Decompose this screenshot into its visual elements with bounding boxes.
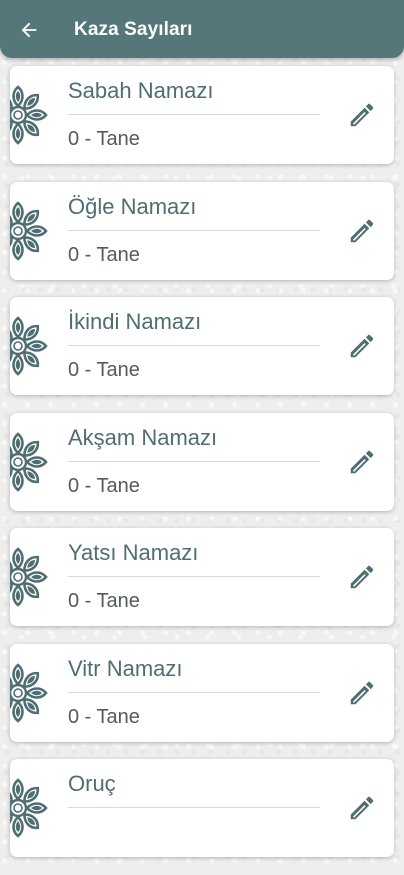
prayer-card[interactable]: Sabah Namazı 0 - Tane	[10, 66, 394, 164]
prayer-card[interactable]: Öğle Namazı 0 - Tane	[10, 181, 394, 280]
prayer-name: Sabah Namazı	[68, 78, 214, 103]
divider	[68, 114, 320, 115]
mandala-icon	[10, 200, 48, 261]
prayer-name: Oruç	[68, 771, 116, 796]
prayer-count: 0 - Tane	[68, 243, 140, 266]
prayer-card[interactable]: Vitr Namazı 0 - Tane	[10, 643, 394, 742]
mandala-icon	[10, 85, 48, 145]
mandala-icon	[10, 316, 48, 376]
pencil-icon	[350, 103, 374, 127]
pencil-icon	[350, 334, 374, 358]
prayer-count: 0 - Tane	[68, 590, 140, 612]
divider	[68, 460, 320, 462]
prayer-name: Vitr Namazı	[68, 655, 183, 681]
prayer-count: 0 - Tane	[68, 359, 140, 381]
prayer-name: Yatsı Namazı	[68, 540, 199, 565]
pencil-icon	[350, 681, 374, 704]
prayer-count: 0 - Tane	[68, 474, 140, 497]
divider	[68, 576, 320, 577]
edit-button[interactable]	[346, 446, 378, 478]
prayer-name: Öğle Namazı	[68, 193, 197, 219]
prayer-count: 0 - Tane	[68, 128, 140, 150]
mandala-icon	[10, 778, 48, 838]
back-button[interactable]	[12, 13, 46, 47]
prayer-name: Akşam Namazı	[68, 424, 218, 450]
prayer-card[interactable]: Oruç	[10, 759, 394, 857]
prayer-card[interactable]: İkindi Namazı 0 - Tane	[10, 297, 394, 395]
mandala-icon	[10, 547, 48, 607]
edit-button[interactable]	[346, 330, 378, 362]
prayer-list: Sabah Namazı 0 - Tane Öğle Namazı 0 - Ta…	[10, 66, 394, 875]
edit-button[interactable]	[346, 99, 378, 131]
edit-button[interactable]	[346, 677, 378, 709]
divider	[68, 229, 320, 231]
edit-button[interactable]	[346, 792, 378, 824]
pencil-icon	[350, 565, 374, 589]
mandala-icon	[10, 431, 48, 492]
prayer-count: 0 - Tane	[68, 705, 140, 728]
edit-button[interactable]	[346, 561, 378, 593]
prayer-name: İkindi Namazı	[68, 309, 202, 334]
edit-button[interactable]	[346, 215, 378, 247]
pencil-icon	[350, 796, 374, 820]
page-title: Kaza Sayıları	[74, 19, 193, 40]
prayer-card[interactable]: Yatsı Namazı 0 - Tane	[10, 528, 394, 626]
mandala-icon	[10, 662, 48, 723]
app-bar: Kaza Sayıları	[0, 0, 404, 58]
divider	[68, 345, 320, 346]
prayer-card[interactable]: Akşam Namazı 0 - Tane	[10, 412, 394, 511]
divider	[68, 691, 320, 693]
pencil-icon	[350, 219, 374, 242]
divider	[68, 807, 320, 808]
pencil-icon	[350, 450, 374, 473]
arrow-left-icon	[21, 22, 37, 38]
